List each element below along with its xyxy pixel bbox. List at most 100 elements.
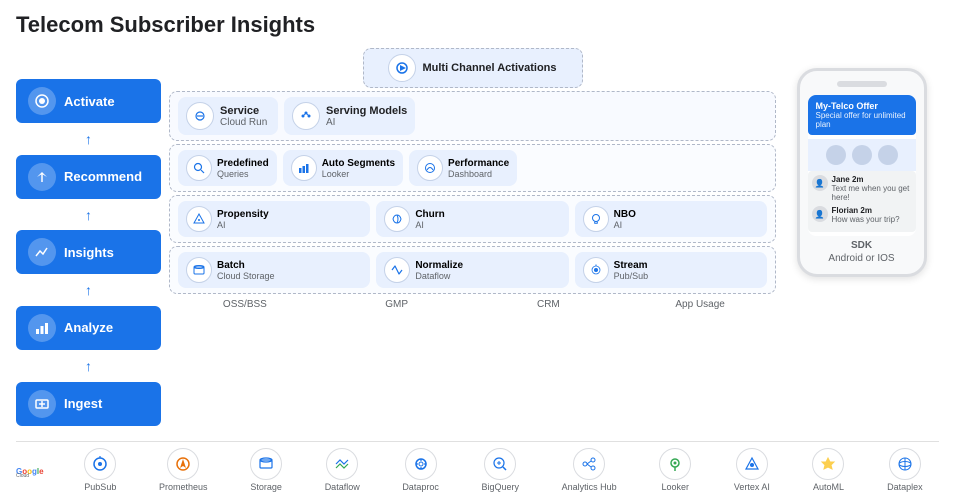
arrow-up-4: ↑ [16, 359, 161, 373]
performance-icon [417, 155, 443, 181]
predefined-icon [186, 155, 212, 181]
bottom-icon-analytics-hub: Analytics Hub [562, 448, 617, 492]
bottom-icon-looker: Looker [659, 448, 691, 492]
storage-icon [250, 448, 282, 480]
bottom-icons: PubSub Prometheus Storage Dataflow [68, 448, 939, 492]
multi-channel-text: Multi Channel Activations [422, 62, 556, 74]
automl-icon [812, 448, 844, 480]
bottom-icon-vertex-ai: Vertex AI [734, 448, 770, 492]
sidebar-item-insights[interactable]: Insights [16, 230, 161, 274]
sidebar-item-ingest[interactable]: Ingest [16, 382, 161, 426]
bottom-icon-storage: Storage [250, 448, 282, 492]
prometheus-icon [167, 448, 199, 480]
performance-card: Performance Dashboard [409, 150, 517, 186]
serving-models-card: Serving Models AI [284, 97, 415, 135]
multi-channel-icon [388, 54, 416, 82]
sidebar-item-activate[interactable]: Activate [16, 79, 161, 123]
phone-sdk-label: SDK [808, 240, 916, 251]
normalize-text: Normalize Dataflow [415, 260, 463, 281]
insights-icon [28, 238, 56, 266]
ai-section: Propensity AI Churn AI [169, 195, 776, 243]
source-labels: OSS/BSS GMP CRM App Usage [169, 299, 776, 310]
phone-screen: My-Telco Offer Special offer for unlimit… [808, 95, 916, 236]
auto-segments-icon [291, 155, 317, 181]
chat-text-1: Florian 2m How was your trip? [832, 206, 900, 224]
ingest-section: Batch Cloud Storage Normalize Dataflow [169, 246, 776, 294]
batch-card: Batch Cloud Storage [178, 252, 370, 288]
propensity-icon [186, 206, 212, 232]
arrow-up-2: ↑ [16, 208, 161, 222]
bottom-icon-bigquery: BigQuery [481, 448, 519, 492]
serving-models-text: Serving Models AI [326, 105, 407, 128]
chat-avatar-1: 👤 [812, 206, 828, 222]
phone-notch [837, 81, 887, 87]
stream-text: Stream Pub/Sub [614, 260, 649, 281]
row-ingest: Batch Cloud Storage Normalize Dataflow [169, 246, 776, 294]
propensity-card: Propensity AI [178, 201, 370, 237]
looker-icon [659, 448, 691, 480]
bottom-icon-dataplex: Dataplex [887, 448, 923, 492]
nbo-card: NBO AI [575, 201, 767, 237]
row-queries: Predefined Queries Auto Segments Looker [169, 144, 776, 192]
predefined-card: Predefined Queries [178, 150, 277, 186]
arrow-up-3: ↑ [16, 283, 161, 297]
serving-models-icon [292, 102, 320, 130]
dataplex-icon [889, 448, 921, 480]
sidebar-item-recommend[interactable]: Recommend [16, 155, 161, 199]
service-card: Service Cloud Run [178, 97, 278, 135]
phone-offer-title: My-Telco Offer [816, 101, 908, 111]
phone-area: My-Telco Offer Special offer for unlimit… [784, 48, 939, 437]
chat-item-0: 👤 Jane 2m Text me when you get here! [812, 175, 912, 202]
activate-icon [28, 87, 56, 115]
bottom-icon-prometheus: Prometheus [159, 448, 208, 492]
dataproc-icon [405, 448, 437, 480]
phone-offer-card: My-Telco Offer Special offer for unlimit… [808, 95, 916, 135]
stream-card: Stream Pub/Sub [575, 252, 767, 288]
nbo-text: NBO AI [614, 209, 636, 230]
bottom-icon-dataflow: Dataflow [325, 448, 360, 492]
vertex-ai-icon [736, 448, 768, 480]
analyze-icon [28, 314, 56, 342]
dataflow-icon [326, 448, 358, 480]
sidebar: Activate ↑ Recommend ↑ In [16, 48, 161, 437]
arrow-up-1: ↑ [16, 132, 161, 146]
queries-section: Predefined Queries Auto Segments Looker [169, 144, 776, 192]
bottom-bar: Google Cloud PubSub Prometheus [16, 441, 939, 494]
recommend-icon [28, 163, 56, 191]
ingest-icon [28, 390, 56, 418]
stream-icon [583, 257, 609, 283]
bigquery-icon [484, 448, 516, 480]
service-icon [186, 102, 214, 130]
diagram-area: Multi Channel Activations Service Cloud … [169, 48, 776, 437]
analytics-hub-icon [573, 448, 605, 480]
churn-card: Churn AI [376, 201, 568, 237]
auto-segments-card: Auto Segments Looker [283, 150, 403, 186]
normalize-card: Normalize Dataflow [376, 252, 568, 288]
churn-icon [384, 206, 410, 232]
page-title: Telecom Subscriber Insights [16, 12, 939, 38]
auto-segments-text: Auto Segments Looker [322, 158, 395, 179]
chat-item-1: 👤 Florian 2m How was your trip? [812, 206, 912, 224]
performance-text: Performance Dashboard [448, 158, 509, 179]
phone-circles [808, 139, 916, 171]
batch-text: Batch Cloud Storage [217, 260, 275, 281]
batch-icon [186, 257, 212, 283]
google-cloud-svg: Google Cloud [16, 463, 56, 477]
sidebar-item-analyze[interactable]: Analyze [16, 306, 161, 350]
phone-mockup: My-Telco Offer Special offer for unlimit… [797, 68, 927, 277]
churn-text: Churn AI [415, 209, 444, 230]
phone-chat-area: 👤 Jane 2m Text me when you get here! 👤 F… [808, 171, 916, 232]
predefined-text: Predefined Queries [217, 158, 269, 179]
propensity-text: Propensity AI [217, 209, 269, 230]
bottom-icon-automl: AutoML [812, 448, 844, 492]
multi-channel-card: Multi Channel Activations [363, 48, 583, 88]
chat-avatar-0: 👤 [812, 175, 828, 191]
service-text: Service Cloud Run [220, 105, 267, 128]
normalize-icon [384, 257, 410, 283]
pubsub-icon [84, 448, 116, 480]
chat-text-0: Jane 2m Text me when you get here! [832, 175, 912, 202]
bottom-icon-dataproc: Dataproc [402, 448, 439, 492]
svg-text:Cloud: Cloud [16, 473, 29, 477]
row-ai: Propensity AI Churn AI [169, 195, 776, 243]
service-section: Service Cloud Run Serving Models AI [169, 91, 776, 141]
